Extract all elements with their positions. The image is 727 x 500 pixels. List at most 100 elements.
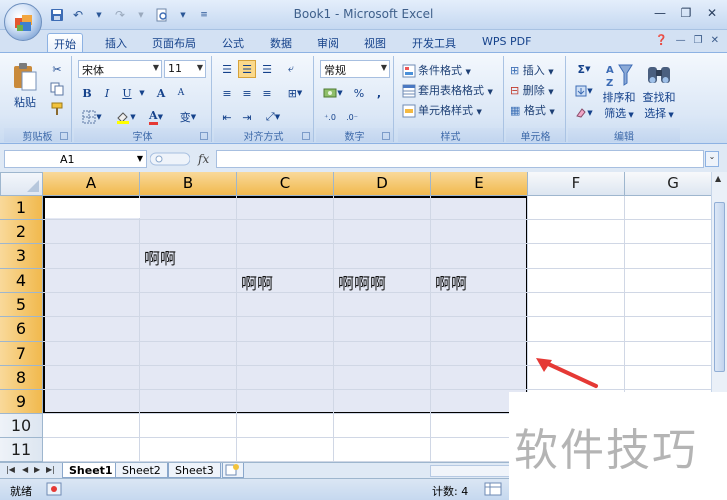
row-header-2[interactable]: 2 [0,220,43,244]
insert-function-button[interactable]: fx [198,152,209,166]
cell-e4[interactable]: 啊啊 [435,270,467,294]
align-middle-icon[interactable]: ☰ [238,60,256,78]
macro-record-icon[interactable] [46,482,62,499]
merge-center-icon[interactable]: ⊞ ▼ [282,84,308,102]
copy-icon[interactable] [48,80,66,98]
row-header-10[interactable]: 10 [0,414,43,438]
font-color-button[interactable]: A ▼ [142,108,170,126]
comma-button[interactable]: , [370,84,388,102]
fill-icon[interactable]: ▼ [572,82,596,100]
percent-button[interactable]: % [350,84,368,102]
increase-indent-icon[interactable]: ⇥ [238,108,256,126]
underline-button[interactable]: U [118,84,136,102]
cell-styles-button[interactable]: 单元格样式 ▼ [402,102,482,118]
row-header-7[interactable]: 7 [0,342,43,366]
office-button[interactable] [4,3,42,41]
horizontal-scrollbar[interactable] [430,465,510,477]
active-cell[interactable] [45,198,140,218]
paste-button[interactable]: 粘贴 [8,58,42,114]
conditional-formatting-button[interactable]: 条件格式 ▼ [402,62,471,78]
tab-view[interactable]: 视图 [358,33,392,52]
tab-home[interactable]: 开始 [47,33,83,52]
next-sheet-icon[interactable]: ▶ [34,465,40,474]
find-select-button[interactable]: 查找和 选择 ▼ [640,58,678,124]
format-cells-button[interactable]: ▦ 格式 ▼ [510,102,555,118]
sheet-tab-sheet1[interactable]: Sheet1 [62,463,120,478]
row-header-1[interactable]: 1 [0,196,43,220]
minimize-icon[interactable]: — [649,4,671,22]
prev-sheet-icon[interactable]: ◀ [22,465,28,474]
sheet-tab-sheet2[interactable]: Sheet2 [115,463,168,478]
column-header-b[interactable]: B [140,172,237,196]
column-header-c[interactable]: C [237,172,334,196]
bold-button[interactable]: B [78,84,96,102]
row-header-4[interactable]: 4 [0,269,43,293]
close-icon[interactable]: ✕ [711,35,719,46]
close-icon[interactable]: ✕ [701,4,723,22]
minimize-icon[interactable]: — [676,35,686,46]
row-header-9[interactable]: 9 [0,390,43,414]
column-header-g[interactable]: G [625,172,722,196]
align-top-icon[interactable]: ☰ [218,60,236,78]
restore-icon[interactable]: ❐ [694,35,703,46]
delete-cells-button[interactable]: ⊟ 删除 ▼ [510,82,554,98]
tab-page-layout[interactable]: 页面布局 [146,33,202,52]
align-left-icon[interactable]: ≡ [218,84,236,102]
restore-icon[interactable]: ❐ [675,4,697,22]
borders-icon[interactable]: ▼ [78,108,106,126]
name-box[interactable]: A1 ▼ [4,150,147,168]
row-header-11[interactable]: 11 [0,438,43,462]
cell-c4[interactable]: 啊啊 [241,270,273,294]
normal-view-icon[interactable] [484,482,502,499]
align-center-icon[interactable]: ≡ [238,84,256,102]
scroll-up-icon[interactable]: ▲ [715,174,721,183]
column-header-a[interactable]: A [43,172,140,196]
grow-font-button[interactable]: A [152,84,170,102]
column-header-e[interactable]: E [431,172,528,196]
increase-decimal-icon[interactable]: ⁺.0 [320,108,340,126]
decrease-indent-icon[interactable]: ⇤ [218,108,236,126]
expand-formula-bar-icon[interactable]: ⌄ [705,151,719,167]
fill-color-icon[interactable]: ▼ [112,108,140,126]
italic-button[interactable]: I [98,84,116,102]
currency-icon[interactable]: ▼ [320,84,346,102]
row-header-5[interactable]: 5 [0,293,43,317]
sheet-tab-sheet3[interactable]: Sheet3 [168,463,221,478]
number-format-select[interactable]: 常规 ▼ [320,60,390,78]
formula-input[interactable] [216,150,704,168]
help-icon[interactable]: ❓ [655,35,667,46]
tab-insert[interactable]: 插入 [99,33,133,52]
format-as-table-button[interactable]: 套用表格格式 ▼ [402,82,493,98]
font-name-select[interactable]: 宋体 ▼ [78,60,162,78]
row-header-3[interactable]: 3 [0,244,43,269]
scroll-thumb[interactable] [714,202,725,372]
column-header-d[interactable]: D [334,172,431,196]
autosum-button[interactable]: Σ ▼ [572,60,596,78]
tab-developer[interactable]: 开发工具 [406,33,462,52]
clipboard-launcher-icon[interactable] [60,132,68,140]
cell-d4[interactable]: 啊啊啊 [338,270,386,294]
row-header-8[interactable]: 8 [0,366,43,390]
chevron-down-icon[interactable]: ▼ [138,84,146,102]
column-header-f[interactable]: F [528,172,625,196]
insert-cells-button[interactable]: ⊞ 插入 ▼ [510,62,554,78]
orientation-icon[interactable]: ⤢ ▼ [260,108,286,126]
align-right-icon[interactable]: ≡ [258,84,276,102]
phonetic-guide-button[interactable]: 变 ▼ [174,108,202,126]
decrease-decimal-icon[interactable]: .0⁻ [342,108,362,126]
tab-data[interactable]: 数据 [264,33,298,52]
shrink-font-button[interactable]: A [172,84,190,102]
tab-formulas[interactable]: 公式 [216,33,250,52]
wrap-text-icon[interactable]: ⤶ [282,60,300,78]
cell-b3[interactable]: 啊啊 [144,245,176,269]
font-size-select[interactable]: 11 ▼ [164,60,206,78]
alignment-launcher-icon[interactable] [302,132,310,140]
formula-bar-splitter-icon[interactable] [150,151,190,167]
font-launcher-icon[interactable] [200,132,208,140]
row-header-6[interactable]: 6 [0,317,43,342]
tab-review[interactable]: 审阅 [311,33,345,52]
align-bottom-icon[interactable]: ☰ [258,60,276,78]
select-all-button[interactable] [0,172,43,196]
clear-icon[interactable]: ▼ [572,104,596,122]
format-painter-icon[interactable] [48,100,66,118]
